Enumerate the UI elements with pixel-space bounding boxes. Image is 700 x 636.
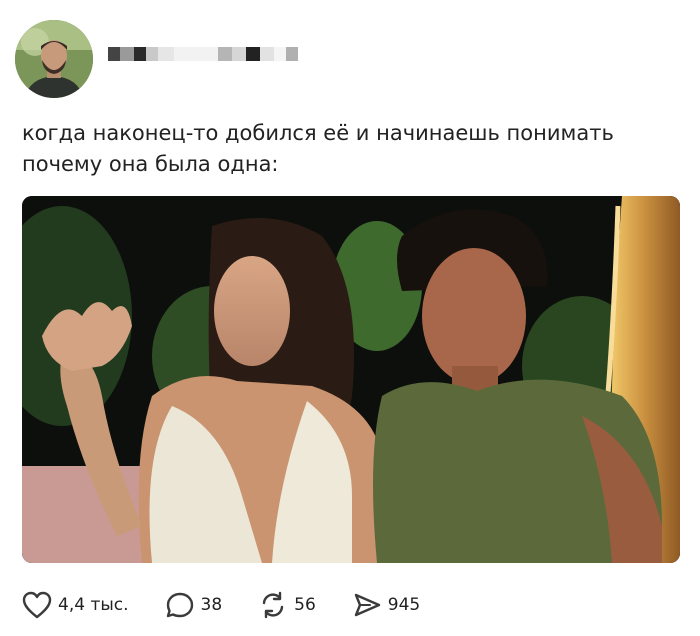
views-arrow-icon: [352, 591, 382, 619]
author-avatar[interactable]: [15, 20, 93, 98]
views-indicator: 945: [352, 591, 420, 619]
views-count: 945: [387, 595, 421, 615]
like-button[interactable]: 4,4 тыс.: [22, 591, 129, 619]
likes-count: 4,4 тыс.: [58, 595, 129, 615]
author-name-redacted[interactable]: [108, 44, 298, 64]
post-actions: 4,4 тыс. 38 56 945: [22, 588, 456, 622]
comment-button[interactable]: 38: [165, 591, 223, 619]
avatar-photo: [15, 20, 93, 98]
repost-button[interactable]: 56: [258, 591, 316, 619]
repost-icon: [258, 591, 288, 619]
photo-icon: [22, 196, 680, 563]
comment-icon: [165, 591, 195, 619]
comments-count: 38: [200, 595, 223, 615]
heart-icon: [22, 591, 52, 619]
post-text: когда наконец-то добился её и начинаешь …: [22, 121, 614, 176]
reposts-count: 56: [294, 595, 316, 615]
post-image[interactable]: [22, 196, 680, 563]
